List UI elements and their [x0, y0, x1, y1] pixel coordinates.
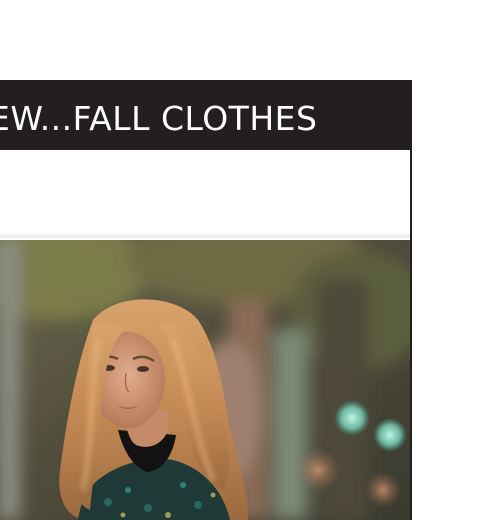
header-bar: EW...FALL CLOTHES [0, 80, 412, 150]
hero-photo-illustration [0, 240, 410, 520]
page-title: EW...FALL CLOTHES [0, 99, 318, 138]
article-card: EW...FALL CLOTHES [0, 80, 412, 520]
hero-image[interactable] [0, 240, 410, 520]
content-panel [0, 150, 410, 238]
